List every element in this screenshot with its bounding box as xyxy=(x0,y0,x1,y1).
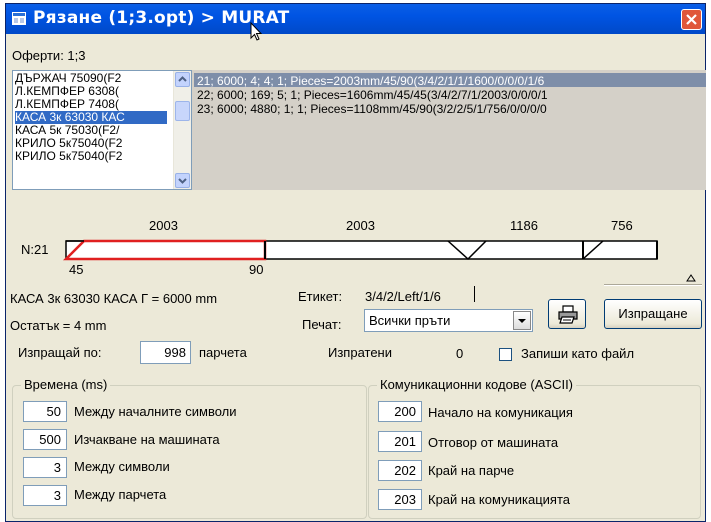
close-button[interactable] xyxy=(681,9,702,30)
send-per-caption: Изпращай по: xyxy=(18,345,102,360)
timing-label: Между началните символи xyxy=(74,404,237,419)
save-as-file-checkbox[interactable] xyxy=(499,348,512,361)
save-as-file-label: Запиши като файл xyxy=(521,346,635,361)
timing-input[interactable]: 50 xyxy=(23,401,67,422)
list-item[interactable]: 21; 6000; 4; 4; 1; Pieces=2003mm/45/90(3… xyxy=(197,74,544,88)
offers-label: Оферти: 1;3 xyxy=(12,48,86,63)
code-input[interactable]: 202 xyxy=(378,460,422,481)
code-input[interactable]: 203 xyxy=(378,489,422,510)
label-caption: Етикет: xyxy=(298,289,343,304)
code-label: Начало на комуникация xyxy=(428,405,573,420)
dropdown-button[interactable] xyxy=(513,311,531,330)
scroll-down-button[interactable] xyxy=(175,173,190,188)
timing-input[interactable]: 500 xyxy=(23,429,67,450)
send-per-input[interactable]: 998 xyxy=(140,341,191,364)
mouse-cursor-icon xyxy=(250,22,262,41)
triangle-up-icon xyxy=(686,274,696,282)
remainder-text: Остатък = 4 mm xyxy=(10,318,107,333)
cutting-bar-diagram: 2003 2003 1186 756 N:21 45 90 xyxy=(6,216,707,286)
separator xyxy=(604,284,702,286)
list-item[interactable]: 23; 6000; 4880; 1; 1; Pieces=1108mm/45/9… xyxy=(197,102,547,116)
angle-left-label: 45 xyxy=(69,262,84,277)
label-value-field[interactable]: 3/4/2/Left/1/6 xyxy=(365,289,441,304)
list-item[interactable]: 22; 6000; 169; 5; 1; Pieces=1606mm/45/45… xyxy=(197,88,548,102)
profile-info-text: КАСА 3к 63030 КАСА Г = 6000 mm xyxy=(10,291,218,306)
angle-right-label: 90 xyxy=(249,262,264,277)
timing-label: Между парчета xyxy=(74,487,167,502)
print-button[interactable] xyxy=(548,299,586,329)
bar-piece-1 xyxy=(62,239,267,261)
bar-pieces-graphic xyxy=(62,239,658,261)
profiles-scrollbar[interactable] xyxy=(173,71,191,189)
print-caption: Печат: xyxy=(302,317,342,332)
profiles-listbox[interactable]: ДЪРЖАЧ 75090(F2 Л.КЕМПФЕР 6308( Л.КЕМПФЕ… xyxy=(12,70,192,190)
code-label: Край на комуникацията xyxy=(428,492,571,507)
list-item[interactable]: ДЪРЖАЧ 75090(F2 xyxy=(15,72,167,85)
codes-title: Комуникационни кодове (ASCII) xyxy=(377,377,577,392)
timing-input[interactable]: 3 xyxy=(23,457,67,478)
timing-input[interactable]: 3 xyxy=(23,485,67,506)
code-label: Отговор от машината xyxy=(428,435,559,450)
code-input[interactable]: 201 xyxy=(378,431,422,452)
chevron-down-icon xyxy=(178,178,187,184)
timings-title: Времена (ms) xyxy=(21,377,111,392)
send-per-unit: парчета xyxy=(199,345,247,360)
cutting-window: Рязане (1;3.opt) > MURAT Оферти: 1;3 ДЪР… xyxy=(5,3,706,522)
print-select-value: Всички пръти xyxy=(369,313,451,328)
code-input[interactable]: 200 xyxy=(378,401,422,422)
app-icon xyxy=(12,12,26,25)
close-icon xyxy=(686,14,697,25)
title-bar[interactable]: Рязане (1;3.opt) > MURAT xyxy=(6,4,705,34)
chevron-up-icon xyxy=(178,76,187,82)
code-label: Край на парче xyxy=(428,463,515,478)
printer-icon xyxy=(558,305,578,324)
print-select[interactable]: Всички пръти xyxy=(364,309,533,332)
list-item[interactable]: Л.КЕМПФЕР 7408( xyxy=(15,98,167,111)
timing-label: Между символи xyxy=(74,459,170,474)
text-caret xyxy=(474,286,475,302)
sent-caption: Изпратени xyxy=(328,345,392,360)
scroll-up-button[interactable] xyxy=(175,72,190,87)
list-item[interactable]: Л.КЕМПФЕР 6308( xyxy=(15,85,167,98)
list-item-selected[interactable]: КАСА 3к 63030 КАС xyxy=(15,111,167,124)
list-item[interactable]: КАСА 5к 75030(F2/ xyxy=(15,124,167,137)
sent-count: 0 xyxy=(456,346,464,361)
list-item[interactable]: КРИЛО 5к75040(F2 xyxy=(15,137,167,150)
timing-label: Изчакване на машината xyxy=(74,432,220,447)
dropdown-arrow-icon xyxy=(518,319,526,323)
scroll-thumb[interactable] xyxy=(175,101,190,121)
send-button[interactable]: Изпращане xyxy=(604,299,702,329)
list-item[interactable]: КРИЛО 5к75040(F2 xyxy=(15,150,167,163)
orders-list[interactable]: 21; 6000; 4; 4; 1; Pieces=2003mm/45/90(3… xyxy=(192,70,706,190)
